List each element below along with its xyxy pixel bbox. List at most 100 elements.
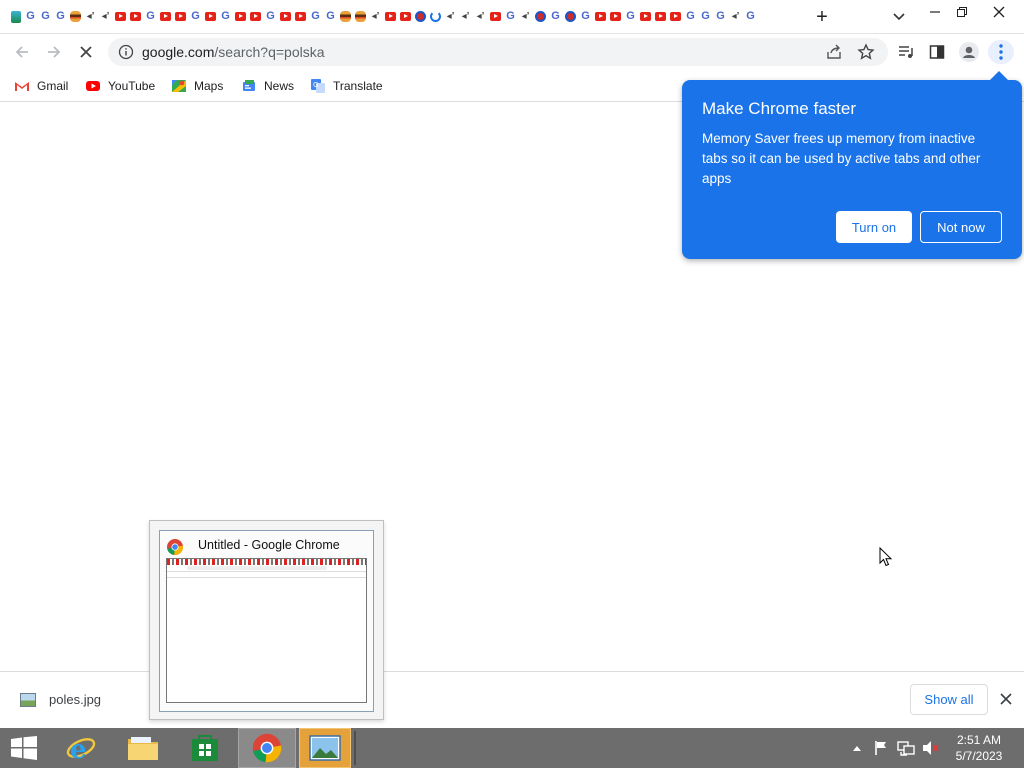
tab-youtube-favicon-icon[interactable]	[608, 8, 623, 25]
tab-audio-playing-icon[interactable]: ◂’	[83, 8, 98, 25]
windows-logo-icon	[11, 736, 37, 760]
network-button[interactable]	[896, 728, 916, 768]
taskbar-photos[interactable]	[299, 728, 351, 768]
tab-audio-playing-icon[interactable]: ◂’	[368, 8, 383, 25]
action-center-button[interactable]	[872, 728, 890, 768]
start-button[interactable]	[0, 728, 48, 768]
tab-google-g-icon[interactable]: G	[188, 8, 203, 25]
tab-loading-spinner-icon[interactable]	[428, 8, 443, 25]
tab-youtube-favicon-icon[interactable]	[233, 8, 248, 25]
tab-google-g-icon[interactable]: G	[683, 8, 698, 25]
tab-google-g-icon[interactable]: G	[23, 8, 38, 25]
not-now-button[interactable]: Not now	[920, 211, 1002, 243]
taskbar-edge-divider	[352, 728, 358, 768]
memory-saver-bubble: Make Chrome faster Memory Saver frees up…	[682, 71, 1022, 259]
tab-burger-favicon-icon[interactable]	[353, 8, 368, 25]
tab-youtube-favicon-icon[interactable]	[638, 8, 653, 25]
url-text[interactable]: google.com/search?q=polska	[142, 44, 325, 60]
tab-youtube-favicon-icon[interactable]	[158, 8, 173, 25]
tab-google-g-icon[interactable]: G	[308, 8, 323, 25]
internet-explorer-icon: e	[66, 735, 96, 763]
tab-youtube-favicon-icon[interactable]	[278, 8, 293, 25]
restore-button[interactable]	[947, 0, 977, 24]
forward-button[interactable]	[40, 38, 68, 66]
tab-youtube-favicon-icon[interactable]	[383, 8, 398, 25]
bookmark-youtube[interactable]: YouTube	[85, 76, 155, 96]
taskbar-chrome[interactable]	[238, 728, 296, 768]
bookmark-translate[interactable]: G Translate	[310, 76, 383, 96]
tab-youtube-favicon-icon[interactable]	[203, 8, 218, 25]
tab-youtube-favicon-icon[interactable]	[593, 8, 608, 25]
tab-burger-favicon-icon[interactable]	[68, 8, 83, 25]
tab-google-g-icon[interactable]: G	[713, 8, 728, 25]
bookmark-gmail[interactable]: Gmail	[14, 76, 68, 96]
stop-loading-button[interactable]	[72, 38, 100, 66]
profile-avatar[interactable]	[959, 42, 979, 62]
back-button[interactable]	[8, 38, 36, 66]
tab-google-g-icon[interactable]: G	[503, 8, 518, 25]
share-icon[interactable]	[825, 44, 843, 60]
tab-youtube-favicon-icon[interactable]	[653, 8, 668, 25]
url-path: /search?q=polska	[214, 44, 325, 60]
tab-google-g-icon[interactable]: G	[698, 8, 713, 25]
show-hidden-icons-button[interactable]	[849, 728, 865, 768]
tab-google-g-icon[interactable]: G	[623, 8, 638, 25]
tab-youtube-favicon-icon[interactable]	[128, 8, 143, 25]
turn-on-button[interactable]: Turn on	[836, 211, 912, 243]
download-filename: poles.jpg	[49, 692, 102, 707]
tab-audio-playing-icon[interactable]: ◂’	[473, 8, 488, 25]
tab-audio-playing-icon[interactable]: ◂’	[98, 8, 113, 25]
download-bar-close-button[interactable]	[996, 689, 1016, 709]
close-window-button[interactable]	[984, 0, 1014, 24]
tab-youtube-favicon-icon[interactable]	[398, 8, 413, 25]
taskbar-file-explorer[interactable]	[118, 728, 168, 768]
preview-thumbnail	[166, 558, 367, 703]
side-panel-icon[interactable]	[929, 44, 945, 60]
store-icon	[192, 735, 218, 761]
tab-google-g-icon[interactable]: G	[548, 8, 563, 25]
tab-youtube-favicon-icon[interactable]	[488, 8, 503, 25]
tab-audio-playing-icon[interactable]: ◂’	[458, 8, 473, 25]
tab-google-g-icon[interactable]: G	[143, 8, 158, 25]
svg-text:e: e	[70, 735, 87, 763]
tab-youtube-favicon-icon[interactable]	[113, 8, 128, 25]
tab-search-icon[interactable]	[889, 8, 909, 26]
tab-google-g-icon[interactable]: G	[38, 8, 53, 25]
bookmark-label: Maps	[194, 79, 224, 93]
site-info-icon[interactable]	[118, 44, 134, 60]
taskbar-window-preview[interactable]: Untitled - Google Chrome	[149, 520, 384, 720]
tab-burger-favicon-icon[interactable]	[338, 8, 353, 25]
chrome-menu-button[interactable]	[988, 40, 1014, 64]
tab-google-g-icon[interactable]: G	[218, 8, 233, 25]
bookmark-maps[interactable]: Maps	[171, 76, 223, 96]
tab-google-g-icon[interactable]: G	[323, 8, 338, 25]
new-tab-button[interactable]: +	[812, 7, 832, 27]
minimize-button[interactable]	[920, 0, 950, 24]
tab-red-circle-favicon-icon[interactable]	[563, 8, 578, 25]
bookmark-news[interactable]: News	[241, 76, 294, 96]
system-clock[interactable]: 2:51 AM 5/7/2023	[944, 732, 1014, 764]
tab-red-circle-favicon-icon[interactable]	[533, 8, 548, 25]
taskbar-store[interactable]	[180, 728, 230, 768]
tab-google-g-icon[interactable]: G	[743, 8, 758, 25]
bookmark-star-icon[interactable]	[857, 43, 875, 61]
tab-file-icon[interactable]	[8, 8, 23, 25]
tab-google-g-icon[interactable]: G	[53, 8, 68, 25]
tab-audio-playing-icon[interactable]: ◂’	[443, 8, 458, 25]
tab-google-g-icon[interactable]: G	[578, 8, 593, 25]
show-all-button[interactable]: Show all	[910, 684, 988, 715]
tab-youtube-favicon-icon[interactable]	[293, 8, 308, 25]
url-host: google.com	[142, 44, 215, 60]
download-item[interactable]: poles.jpg	[20, 692, 101, 707]
tab-red-circle-favicon-icon[interactable]	[413, 8, 428, 25]
tab-youtube-favicon-icon[interactable]	[668, 8, 683, 25]
tab-audio-playing-icon[interactable]: ◂’	[518, 8, 533, 25]
close-icon	[1000, 693, 1012, 705]
tab-youtube-favicon-icon[interactable]	[173, 8, 188, 25]
volume-button[interactable]	[920, 728, 940, 768]
media-control-icon[interactable]	[897, 44, 915, 60]
tab-youtube-favicon-icon[interactable]	[248, 8, 263, 25]
tab-google-g-icon[interactable]: G	[263, 8, 278, 25]
tab-audio-playing-icon[interactable]: ◂’	[728, 8, 743, 25]
taskbar-internet-explorer[interactable]: e	[56, 728, 106, 768]
